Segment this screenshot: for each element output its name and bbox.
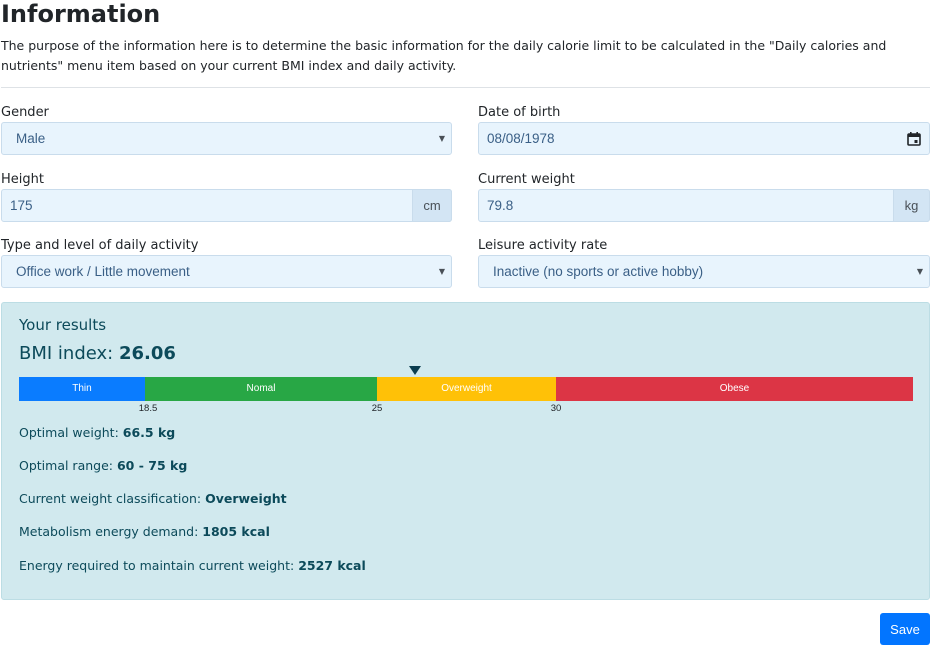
height-input[interactable]: 175 cm	[1, 189, 452, 222]
weight-input[interactable]: 79.8 kg	[478, 189, 930, 222]
bmi-tick: 30	[550, 403, 562, 414]
dob-label: Date of birth	[478, 105, 561, 120]
weight-unit: kg	[893, 189, 930, 222]
bmi-index: BMI index: 26.06	[19, 343, 176, 364]
divider	[1, 87, 930, 88]
metabolism-demand: Metabolism energy demand: 1805 kcal	[19, 524, 270, 539]
bmi-segment-overweight: Overweight	[377, 377, 556, 401]
dob-input[interactable]: 08/08/1978	[478, 122, 930, 155]
chevron-down-icon: ▼	[438, 134, 445, 143]
activity-value: Office work / Little movement	[16, 264, 190, 279]
weight-label: Current weight	[478, 172, 575, 187]
height-unit: cm	[412, 189, 452, 222]
weight-value: 79.8	[487, 198, 514, 213]
page-title: Information	[1, 0, 161, 28]
activity-select[interactable]: Office work / Little movement ▼	[1, 255, 452, 288]
dob-value: 08/08/1978	[487, 131, 555, 146]
bmi-scale: Thin Nomal Overweight Obese 18.5 25 30	[19, 366, 913, 414]
bmi-value: 26.06	[118, 343, 176, 364]
calendar-icon[interactable]	[907, 132, 921, 146]
save-button[interactable]: Save	[880, 613, 930, 645]
bmi-label: BMI index:	[19, 343, 114, 364]
leisure-label: Leisure activity rate	[478, 238, 608, 253]
maintenance-energy: Energy required to maintain current weig…	[19, 558, 366, 573]
chevron-down-icon: ▼	[916, 267, 923, 276]
bmi-segment-normal: Nomal	[145, 377, 377, 401]
gender-label: Gender	[1, 105, 49, 120]
bmi-marker-icon	[408, 366, 421, 375]
optimal-range: Optimal range: 60 - 75 kg	[19, 458, 188, 473]
chevron-down-icon: ▼	[438, 267, 445, 276]
gender-value: Male	[16, 131, 46, 146]
bmi-tick: 18.5	[138, 403, 158, 414]
optimal-weight: Optimal weight: 66.5 kg	[19, 425, 176, 440]
height-value: 175	[10, 198, 33, 213]
bmi-segment-thin: Thin	[19, 377, 145, 401]
results-panel: Your results BMI index: 26.06 Thin Nomal…	[1, 302, 930, 600]
results-title: Your results	[19, 316, 107, 334]
bmi-tick: 25	[371, 403, 383, 414]
activity-label: Type and level of daily activity	[1, 238, 199, 253]
page-description: The purpose of the information here is t…	[1, 38, 887, 73]
weight-classification: Current weight classification: Overweigh…	[19, 491, 287, 506]
leisure-value: Inactive (no sports or active hobby)	[493, 264, 704, 279]
bmi-segment-obese: Obese	[556, 377, 913, 401]
leisure-select[interactable]: Inactive (no sports or active hobby) ▼	[478, 255, 930, 288]
gender-select[interactable]: Male ▼	[1, 122, 452, 155]
height-label: Height	[1, 172, 44, 187]
